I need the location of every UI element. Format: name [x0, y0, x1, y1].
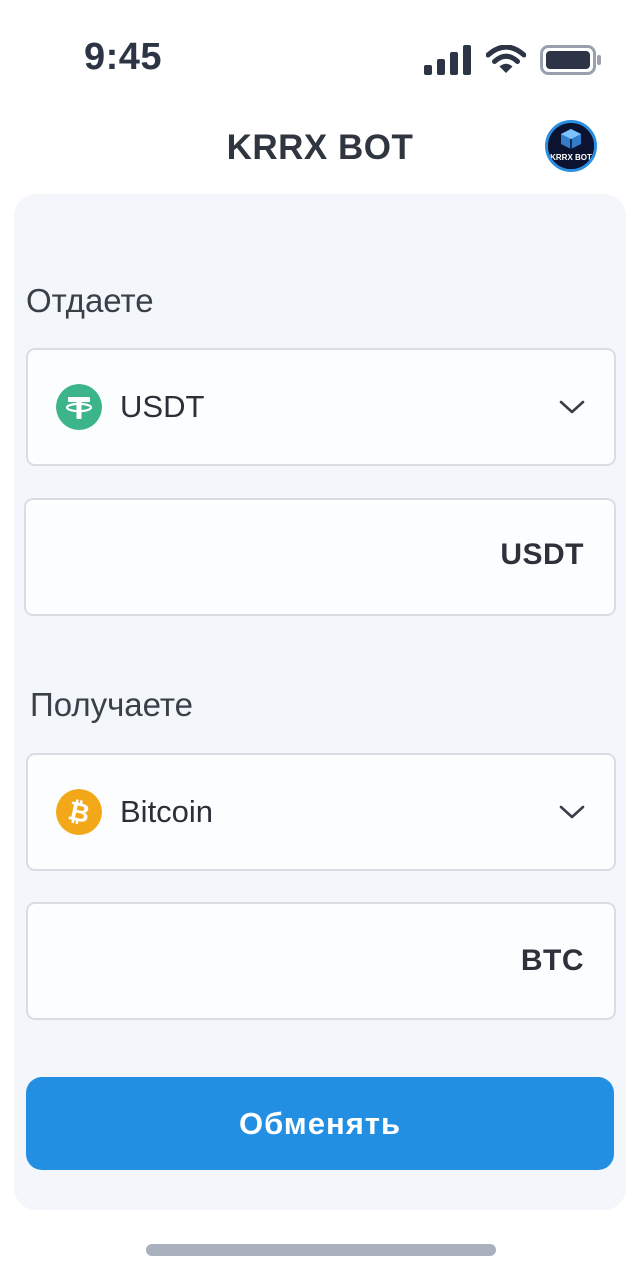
krrx-logo-icon: KRRX BOT [548, 123, 594, 169]
receive-amount-input[interactable] [48, 904, 492, 1020]
status-bar: 9:45 [0, 0, 640, 110]
bitcoin-icon: ₿ [56, 789, 102, 835]
cellular-signal-icon [424, 45, 471, 75]
wifi-icon [486, 45, 526, 73]
receive-amount-unit: BTC [520, 944, 584, 977]
app-header: KRRX BOT KRRX BOT [0, 110, 640, 186]
tether-icon [56, 384, 102, 430]
chevron-down-icon [559, 400, 585, 414]
receive-currency-select[interactable]: ₿ Bitcoin [26, 753, 616, 871]
give-amount-unit: USDT [500, 538, 584, 571]
give-amount-field[interactable]: USDT [24, 498, 616, 616]
give-currency-name: USDT [120, 389, 205, 424]
receive-currency-name: Bitcoin [120, 794, 214, 829]
give-amount-input[interactable] [46, 500, 490, 616]
home-indicator[interactable] [146, 1244, 496, 1256]
status-time: 9:45 [84, 36, 163, 78]
app-title: KRRX BOT [226, 128, 414, 167]
receive-amount-field[interactable]: BTC [26, 902, 616, 1020]
exchange-button[interactable]: Обменять [26, 1077, 614, 1170]
bot-avatar[interactable]: KRRX BOT [545, 120, 597, 172]
give-currency-select[interactable]: USDT [26, 348, 616, 466]
battery-icon [540, 45, 601, 75]
give-label: Отдаете [26, 282, 154, 319]
receive-label: Получаете [30, 686, 194, 723]
chevron-down-icon [559, 805, 585, 819]
status-icons [424, 42, 602, 78]
avatar-text: KRRX BOT [550, 153, 592, 162]
exchange-card: Отдаете USDT USDT Получаете ₿ Bitcoin BT… [14, 194, 626, 1210]
